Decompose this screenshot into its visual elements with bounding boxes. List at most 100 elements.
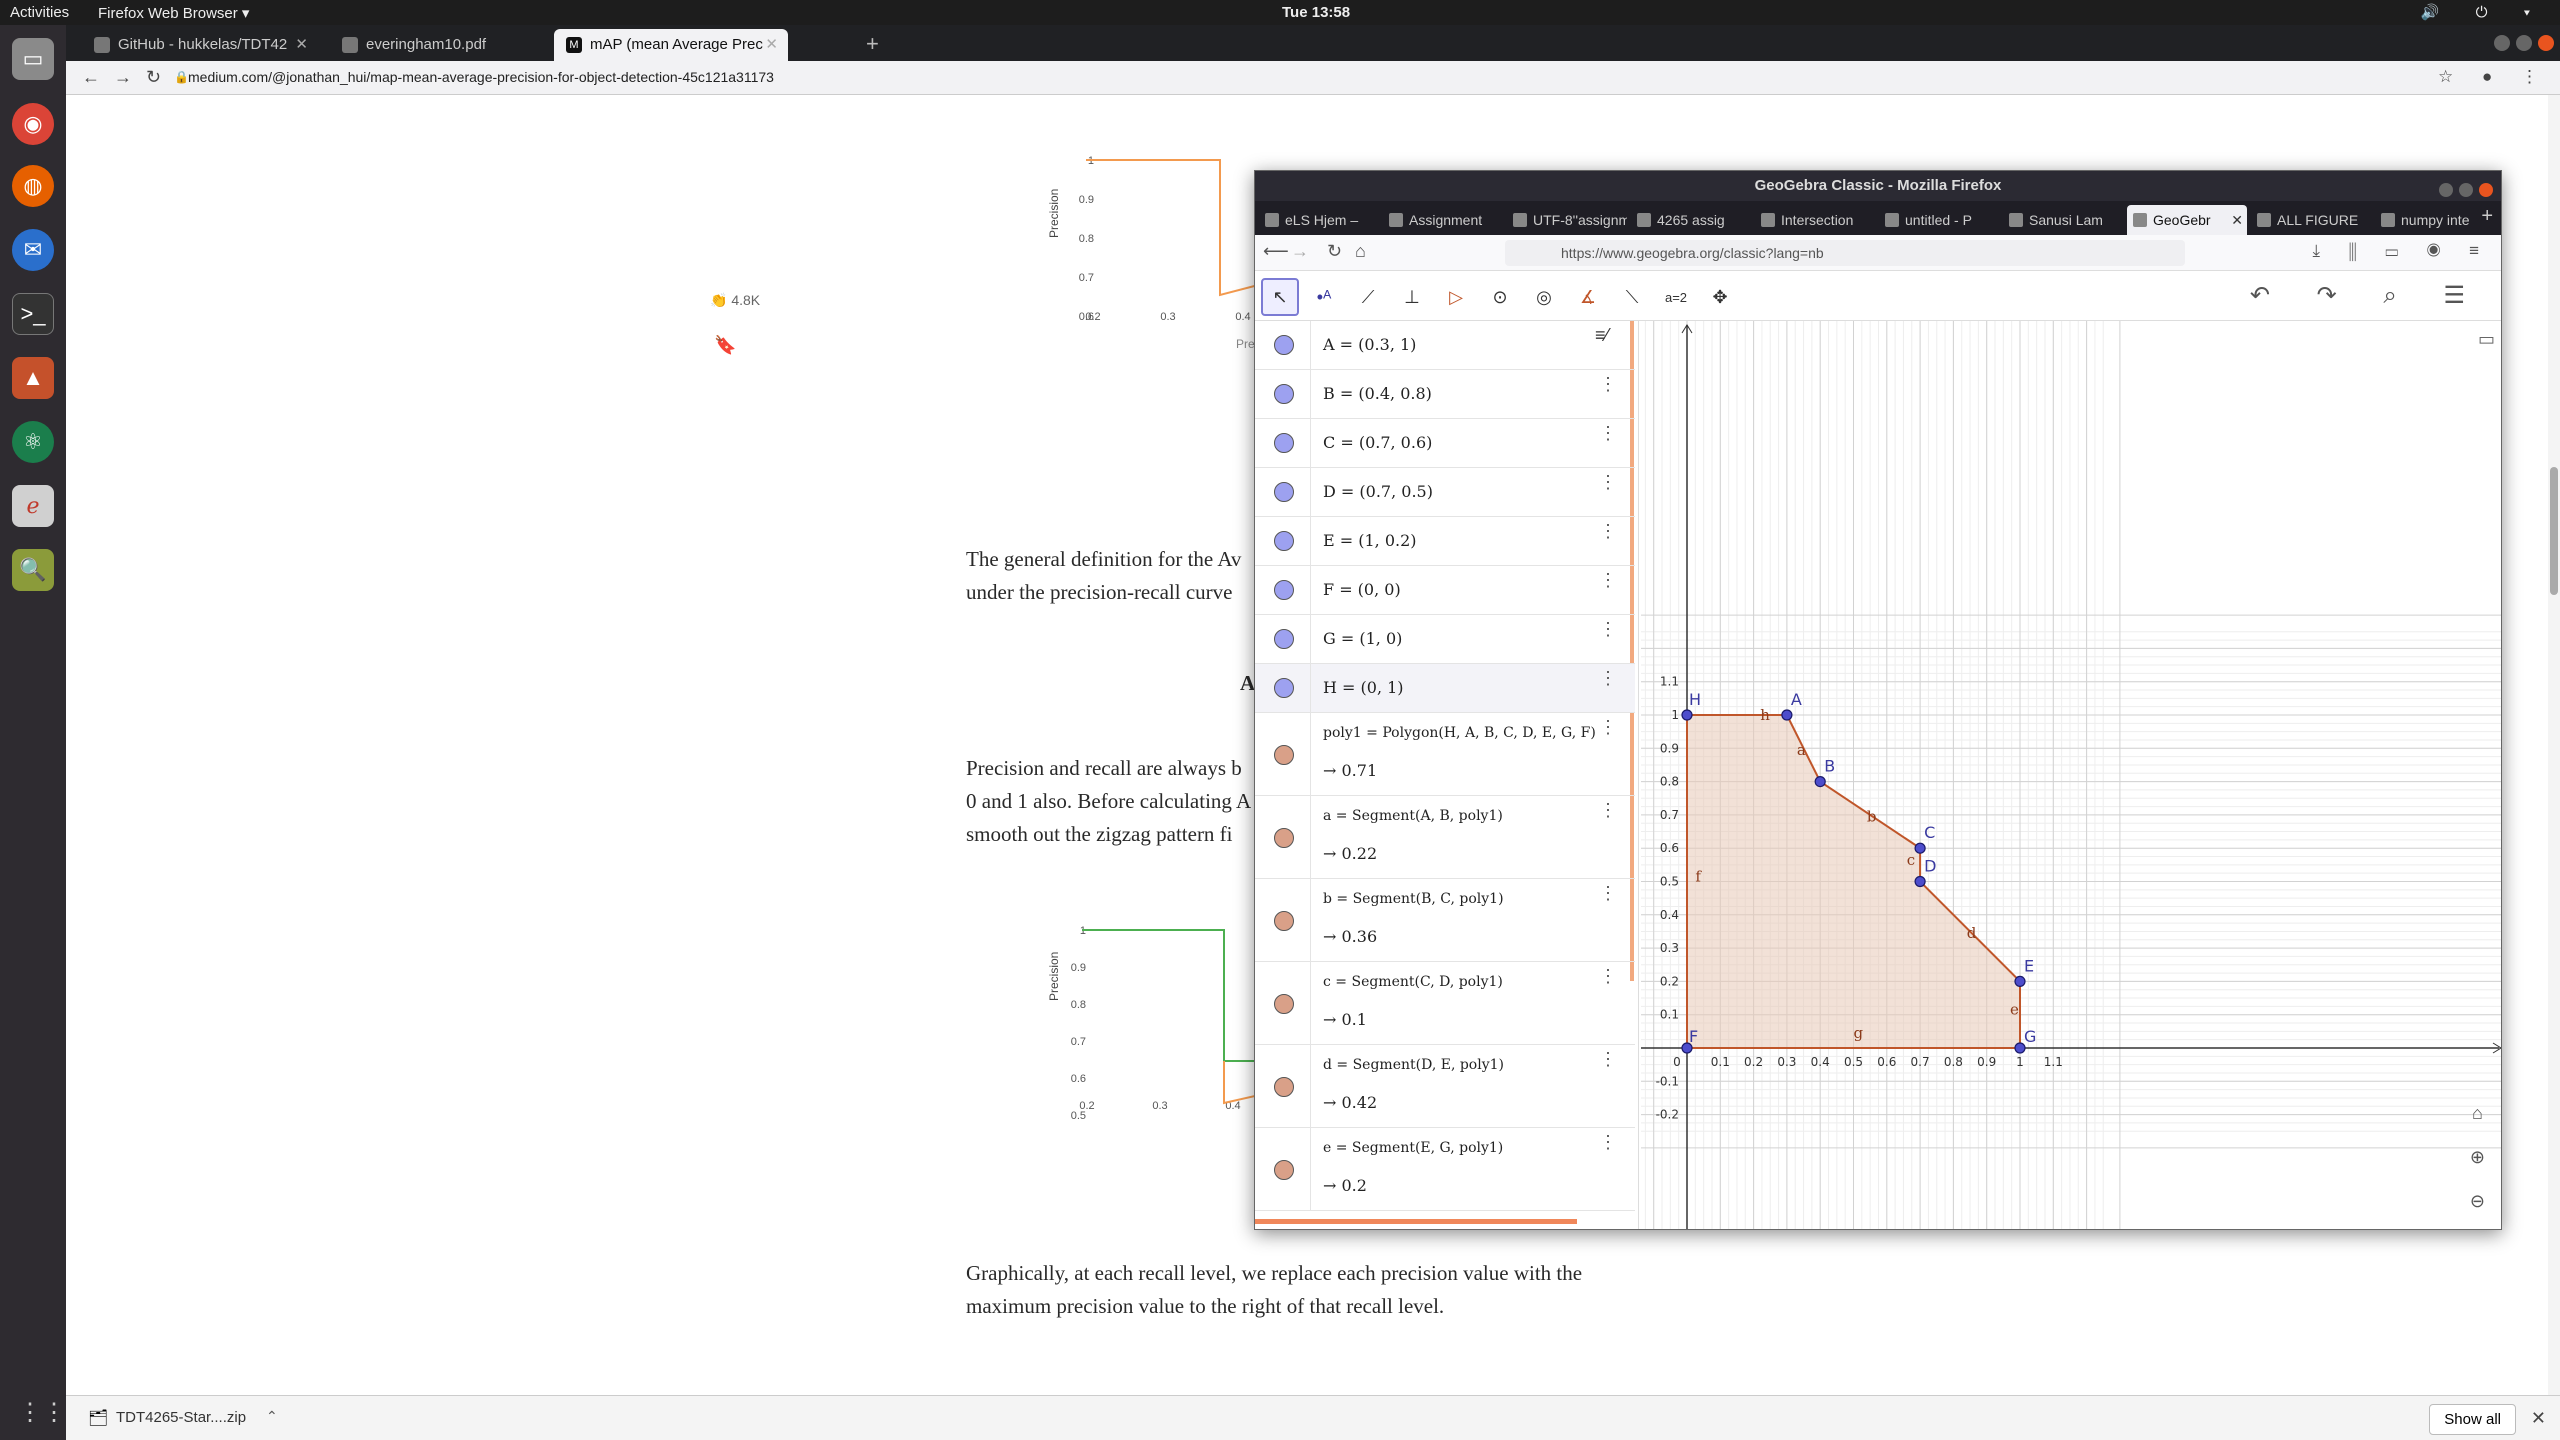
algebra-definition[interactable]: E = (1, 0.2) <box>1323 531 1417 550</box>
item-menu-icon[interactable]: ⋮ <box>1599 717 1617 738</box>
geogebra-browser-tab[interactable]: Intersection <box>1755 205 1875 235</box>
geogebra-browser-tab[interactable]: UTF-8''assignm <box>1507 205 1627 235</box>
algebra-item[interactable]: C = (0.7, 0.6) ⋮ <box>1255 419 1635 468</box>
visibility-marble-icon[interactable] <box>1274 433 1294 453</box>
ellipse-tool-icon[interactable]: ◎ <box>1525 278 1563 316</box>
visibility-marble-icon[interactable] <box>1274 994 1294 1014</box>
geogebra-address-bar[interactable]: https://www.geogebra.org/classic?lang=nb <box>1505 240 2185 266</box>
show-applications-icon[interactable]: ⋮⋮⋮ <box>18 1398 90 1428</box>
lock-icon[interactable]: 🔒 <box>174 70 189 84</box>
close-tab-icon[interactable]: ✕ <box>295 29 308 61</box>
algebra-item[interactable]: e = Segment(E, G, poly1) → 0.2 ⋮ <box>1255 1128 1635 1211</box>
visibility-marble-icon[interactable] <box>1274 911 1294 931</box>
algebra-item[interactable]: c = Segment(C, D, poly1) → 0.1 ⋮ <box>1255 962 1635 1045</box>
polygon-tool-icon[interactable]: ▷ <box>1437 278 1475 316</box>
reload-icon[interactable]: ↻ <box>146 67 161 88</box>
item-menu-icon[interactable]: ⋮ <box>1599 883 1617 904</box>
visibility-marble-icon[interactable] <box>1274 384 1294 404</box>
algebra-input-bar[interactable] <box>1255 1219 1577 1224</box>
geogebra-browser-tab[interactable]: Sanusi Lam <box>2003 205 2123 235</box>
forward-arrow-icon[interactable]: → <box>1291 241 1309 262</box>
algebra-definition[interactable]: a = Segment(A, B, poly1) <box>1323 808 1503 824</box>
item-menu-icon[interactable]: ⋮ <box>1599 374 1617 395</box>
algebra-item[interactable]: b = Segment(B, C, poly1) → 0.36 ⋮ <box>1255 879 1635 962</box>
tab-medium[interactable]: M mAP (mean Average Prec ✕ <box>554 29 788 61</box>
tab-github[interactable]: GitHub - hukkelas/TDT42 ✕ <box>82 29 318 61</box>
algebra-definition[interactable]: G = (1, 0) <box>1323 629 1402 648</box>
line-tool-icon[interactable]: ⟋ <box>1349 278 1387 316</box>
system-menu-icons[interactable]: 🔊 ⏻ ▾ <box>2421 3 2546 21</box>
angle-tool-icon[interactable]: ∡ <box>1569 278 1607 316</box>
clap-counter[interactable]: 👏 4.8K <box>710 292 760 309</box>
back-arrow-icon[interactable]: ← <box>82 67 100 88</box>
item-menu-icon[interactable]: ⋮ <box>1599 570 1617 591</box>
item-menu-icon[interactable]: ⋮ <box>1599 1132 1617 1153</box>
algebra-item[interactable]: poly1 = Polygon(H, A, B, C, D, E, G, F) →… <box>1255 713 1635 796</box>
algebra-item[interactable]: G = (1, 0) ⋮ <box>1255 615 1635 664</box>
new-tab-button[interactable]: + <box>866 31 879 57</box>
item-menu-icon[interactable]: ⋮ <box>1599 966 1617 987</box>
terminal-icon[interactable]: >_ <box>12 293 54 335</box>
chrome-icon[interactable]: ◉ <box>12 103 54 145</box>
close-download-bar-icon[interactable]: ✕ <box>2531 1408 2546 1429</box>
algebra-definition[interactable]: b = Segment(B, C, poly1) <box>1323 891 1504 907</box>
visibility-marble-icon[interactable] <box>1274 482 1294 502</box>
undo-redo-search-menu-icons[interactable]: ↶ ↷ ⌕ ☰ <box>2250 281 2485 310</box>
app-menu[interactable]: Firefox Web Browser ▾ <box>98 4 249 22</box>
algebra-definition[interactable]: F = (0, 0) <box>1323 580 1401 599</box>
point-tool-icon[interactable]: •ᴬ <box>1305 278 1343 316</box>
algebra-definition[interactable]: d = Segment(D, E, poly1) <box>1323 1057 1504 1073</box>
download-item[interactable]: TDT4265-Star....zip <box>116 1409 246 1426</box>
maximize-button[interactable] <box>2459 183 2473 197</box>
forward-arrow-icon[interactable]: → <box>114 67 132 88</box>
nav-right-icons[interactable]: ☆ ● ⋮ <box>2438 67 2550 87</box>
close-window-button[interactable] <box>2479 183 2493 197</box>
item-menu-icon[interactable]: ⋮ <box>1599 619 1617 640</box>
geogebra-browser-tab[interactable]: 4265 assig <box>1631 205 1751 235</box>
visibility-marble-icon[interactable] <box>1274 1077 1294 1097</box>
thunderbird-icon[interactable]: ✉ <box>12 229 54 271</box>
geogebra-browser-tab[interactable]: untitled - P <box>1879 205 1999 235</box>
algebra-item[interactable]: B = (0.4, 0.8) ⋮ <box>1255 370 1635 419</box>
visibility-marble-icon[interactable] <box>1274 828 1294 848</box>
geogebra-browser-tab[interactable]: numpy inte <box>2375 205 2495 235</box>
visibility-marble-icon[interactable] <box>1274 629 1294 649</box>
algebra-definition[interactable]: e = Segment(E, G, poly1) <box>1323 1140 1503 1156</box>
algebra-item[interactable]: E = (1, 0.2) ⋮ <box>1255 517 1635 566</box>
item-menu-icon[interactable]: ⋮ <box>1599 1049 1617 1070</box>
algebra-definition[interactable]: A = (0.3, 1) <box>1323 335 1416 354</box>
graphics-view[interactable]: 0 0.1 0.2 0.3 0.4 0.5 0.6 0.7 0.8 0.9 1 1.1 1.1 1 0.9 0… <box>1586 321 2501 1229</box>
geogebra-browser-tab[interactable]: GeoGebr ✕ <box>2127 205 2247 235</box>
algebra-definition[interactable]: B = (0.4, 0.8) <box>1323 384 1432 403</box>
item-menu-icon[interactable]: ⋮ <box>1599 800 1617 821</box>
document-viewer-icon[interactable]: ℯ <box>12 485 54 527</box>
visibility-marble-icon[interactable] <box>1274 580 1294 600</box>
item-menu-icon[interactable]: ⋮ <box>1599 668 1617 689</box>
visibility-marble-icon[interactable] <box>1274 335 1294 355</box>
new-tab-button[interactable]: + <box>2481 205 2493 228</box>
show-all-button[interactable]: Show all <box>2429 1404 2516 1435</box>
bookmark-icon[interactable]: 🔖 <box>714 335 736 356</box>
algebra-definition[interactable]: C = (0.7, 0.6) <box>1323 433 1432 452</box>
algebra-definition[interactable]: c = Segment(C, D, poly1) <box>1323 974 1503 990</box>
maximize-button[interactable] <box>2516 35 2532 51</box>
close-tab-icon[interactable]: ✕ <box>2231 205 2243 235</box>
geogebra-browser-tab[interactable]: ALL FIGURE <box>2251 205 2371 235</box>
algebra-item[interactable]: d = Segment(D, E, poly1) → 0.42 ⋮ <box>1255 1045 1635 1128</box>
back-arrow-icon[interactable]: ⟵ <box>1263 241 1289 262</box>
home-icon[interactable]: ⌂ <box>2470 1091 2485 1135</box>
matlab-icon[interactable]: ▲ <box>12 357 54 399</box>
reflect-tool-icon[interactable]: ⟍ <box>1613 278 1651 316</box>
home-icon[interactable]: ⌂ <box>1355 241 1366 262</box>
nav-toolbar-icons[interactable]: ⤓ ⫼ ▭ ◉ ≡ <box>2313 241 2492 261</box>
geogebra-browser-tab[interactable]: Assignment <box>1383 205 1503 235</box>
page-scrollbar[interactable] <box>2548 95 2560 1395</box>
address-bar[interactable]: medium.com/@jonathan_hui/map-mean-averag… <box>188 69 774 85</box>
files-icon[interactable]: ▭ <box>12 38 54 80</box>
zoom-in-icon[interactable]: ⊕ <box>2470 1135 2485 1179</box>
circle-tool-icon[interactable]: ⊙ <box>1481 278 1519 316</box>
algebra-item[interactable]: H = (0, 1) ⋮ <box>1255 664 1635 713</box>
visibility-marble-icon[interactable] <box>1274 1160 1294 1180</box>
item-menu-icon[interactable]: ⋮ <box>1599 472 1617 493</box>
reload-icon[interactable]: ↻ <box>1327 241 1342 262</box>
